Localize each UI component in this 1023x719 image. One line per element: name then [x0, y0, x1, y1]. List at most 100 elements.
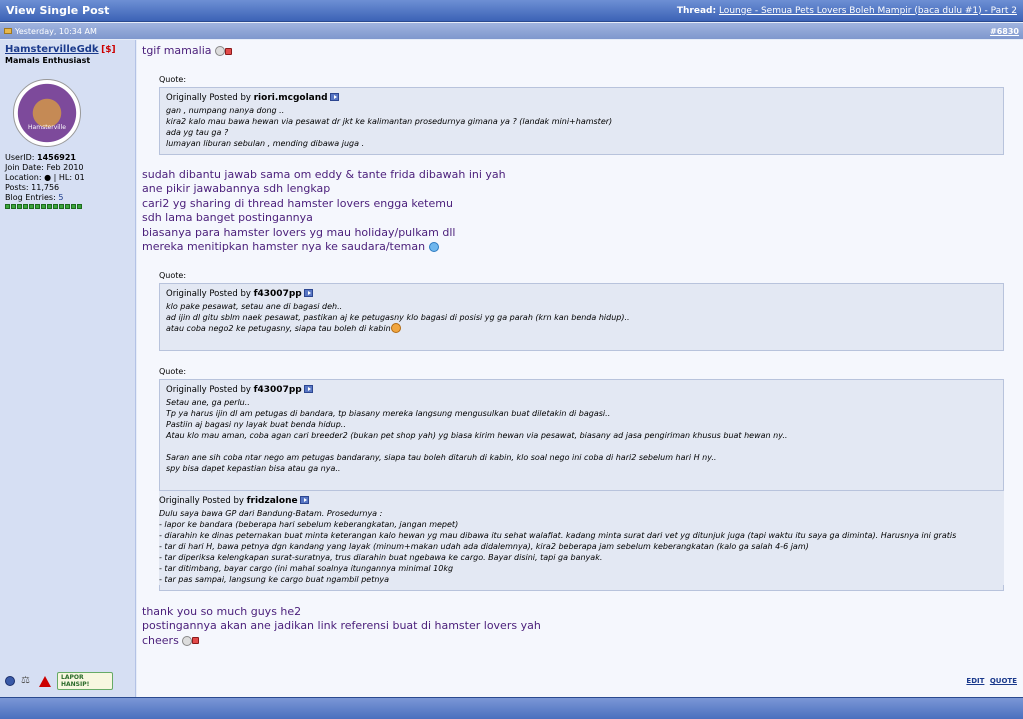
rep-pip — [59, 204, 64, 209]
thread-label: Thread: — [676, 5, 717, 16]
page-title: View Single Post — [6, 4, 110, 17]
quote-line: ad ijin dl gitu sblm naek pesawat, pasti… — [166, 312, 630, 322]
report-warning-icon[interactable] — [39, 675, 51, 687]
quote-spacer — [166, 441, 997, 452]
rep-pip — [11, 204, 16, 209]
thread-info: Thread: Lounge - Semua Pets Lovers Boleh… — [677, 6, 1017, 16]
quote-line: spy bisa dapet kepastian bisa atau ga ny… — [166, 463, 341, 473]
view-post-arrow-icon[interactable] — [299, 496, 309, 504]
smile-emoticon-icon — [428, 242, 439, 252]
blog-row: Blog Entries: 5 — [5, 193, 130, 203]
apple-icon: ● — [44, 173, 52, 182]
quote-line: lumayan liburan sebulan , mending dibawa… — [166, 138, 365, 148]
nested-quote-box: Originally Posted by fridzalone Dulu say… — [159, 489, 1004, 585]
message-line: postingannya akan ane jadikan link refer… — [142, 619, 541, 632]
join-value: Feb 2010 — [46, 163, 84, 172]
quote-attribution: Originally Posted by riori.mcgoland — [166, 93, 997, 104]
thread-link[interactable]: Lounge - Semua Pets Lovers Boleh Mampir … — [719, 6, 1017, 16]
rep-pip — [35, 204, 40, 209]
quote-box: Originally Posted by riori.mcgoland gan … — [159, 86, 1004, 155]
quote-label: Quote: — [159, 270, 187, 280]
reputation-scale-icon[interactable]: ⚖ — [21, 676, 33, 686]
ghost-emoticon-icon — [215, 46, 225, 56]
rep-pip — [5, 204, 10, 209]
blush-emoticon-icon — [390, 323, 401, 333]
blog-label: Blog Entries: — [5, 193, 56, 202]
username-link[interactable]: HamstervilleGdk — [5, 44, 99, 55]
footer-bar — [0, 697, 1023, 719]
message-line: biasanya para hamster lovers yg mau holi… — [142, 225, 456, 239]
lapor-hansip-button[interactable]: LAPOR HANSIP! — [57, 672, 113, 690]
quote-line: Saran ane sih coba ntar nego am petugas … — [166, 452, 717, 462]
online-status-icon — [5, 676, 15, 686]
message-line: sdh lama banget postingannya — [142, 211, 313, 224]
user-sidebar: HamstervilleGdk [$] Mamals Enthusiast Ha… — [0, 40, 136, 697]
location-value: | HL: 01 — [53, 173, 85, 182]
quote-author: riori.mcgoland — [253, 92, 328, 103]
post-date: Yesterday, 10:34 AM — [15, 26, 97, 36]
location-label: Location: — [5, 173, 42, 182]
quote-line: - tar ditimbang, bayar cargo (ini mahal … — [159, 563, 454, 573]
quote-author: f43007pp — [253, 288, 302, 299]
quote-line: Dulu saya bawa GP dari Bandung-Batam. Pr… — [159, 508, 383, 518]
rep-pip — [71, 204, 76, 209]
quote-line: atau coba nego2 ke petugasny, siapa tau … — [166, 323, 997, 334]
post-date-group: Yesterday, 10:34 AM — [4, 27, 97, 36]
folder-icon — [4, 28, 12, 34]
quote-line: Atau klo mau aman, coba agan cari breede… — [166, 430, 788, 440]
quote-line: Setau ane, ga perlu.. — [166, 397, 250, 407]
view-post-arrow-icon[interactable] — [303, 289, 313, 297]
user-header: HamstervilleGdk [$] — [5, 44, 130, 55]
edit-button[interactable]: EDIT — [966, 677, 984, 685]
originally-posted-by: Originally Posted by — [166, 384, 251, 395]
join-label: Join Date: — [5, 163, 44, 172]
quote-author: f43007pp — [253, 384, 302, 395]
view-post-arrow-icon[interactable] — [303, 385, 313, 393]
reputation-bar — [5, 204, 130, 209]
view-post-arrow-icon[interactable] — [329, 93, 339, 101]
blog-entries-link[interactable]: 5 — [58, 193, 63, 202]
quote-button[interactable]: QUOTE — [990, 677, 1017, 685]
userid-label: UserID: — [5, 153, 35, 162]
quote-spacer — [166, 474, 997, 480]
userid-row: UserID: 1456921 — [5, 153, 130, 163]
hansip-line2: HANSIP! — [61, 681, 90, 688]
quote-label: Quote: — [159, 366, 187, 376]
quote-line: kira2 kalo mau bawa hewan via pesawat dr… — [166, 116, 613, 126]
location-row: Location: ● | HL: 01 — [5, 173, 130, 183]
quote-label: Quote: — [159, 74, 187, 84]
rep-pip — [65, 204, 70, 209]
flag-emoticon-icon — [192, 637, 200, 644]
userid-value: 1456921 — [37, 153, 76, 162]
posts-label: Posts: — [5, 183, 29, 192]
message-line-text: cheers — [142, 633, 179, 647]
user-stats: UserID: 1456921 Join Date: Feb 2010 Loca… — [5, 153, 130, 209]
hansip-line1: LAPOR — [61, 674, 84, 681]
message-line: ane pikir jawabannya sdh lengkap — [142, 182, 331, 195]
post-number-link[interactable]: #6830 — [990, 27, 1019, 36]
rep-pip — [47, 204, 52, 209]
quote-line: - lapor ke bandara (beberapa hari sebelu… — [159, 519, 459, 529]
quote-line: - tar pas sampai, langsung ke cargo buat… — [159, 574, 390, 584]
message-line: cheers — [142, 634, 1018, 649]
post-closing-text: thank you so much guys he2 postingannya … — [142, 605, 1018, 649]
originally-posted-by: Originally Posted by — [159, 495, 244, 506]
post-content: tgif mamalia Quote: Originally Posted by… — [137, 40, 1023, 697]
rep-pip — [53, 204, 58, 209]
quote-attribution: Originally Posted by f43007pp — [166, 289, 997, 300]
quote-spacer — [166, 334, 997, 345]
message-line: cari2 yg sharing di thread hamster lover… — [142, 196, 453, 210]
avatar-caption: Hamsterville — [28, 124, 66, 131]
quote-line: Tp ya harus ijin dl am petugas di bandar… — [166, 408, 611, 418]
avatar[interactable]: Hamsterville — [13, 79, 81, 147]
heart-emoticon-icon — [225, 47, 232, 55]
donator-badge: [$] — [101, 45, 116, 55]
post-actions: EDIT QUOTE — [963, 677, 1017, 685]
post-middle-text: sudah dibantu jawab sama om eddy & tante… — [142, 168, 1018, 255]
message-line: mereka menitipkan hamster nya ke saudara… — [142, 240, 1018, 255]
quote-box: Originally Posted by f43007pp Setau ane,… — [159, 378, 1004, 591]
ghost-emoticon-icon — [182, 635, 193, 646]
rep-pip — [17, 204, 22, 209]
rep-pip — [23, 204, 28, 209]
post-opening: tgif mamalia — [142, 44, 1018, 59]
